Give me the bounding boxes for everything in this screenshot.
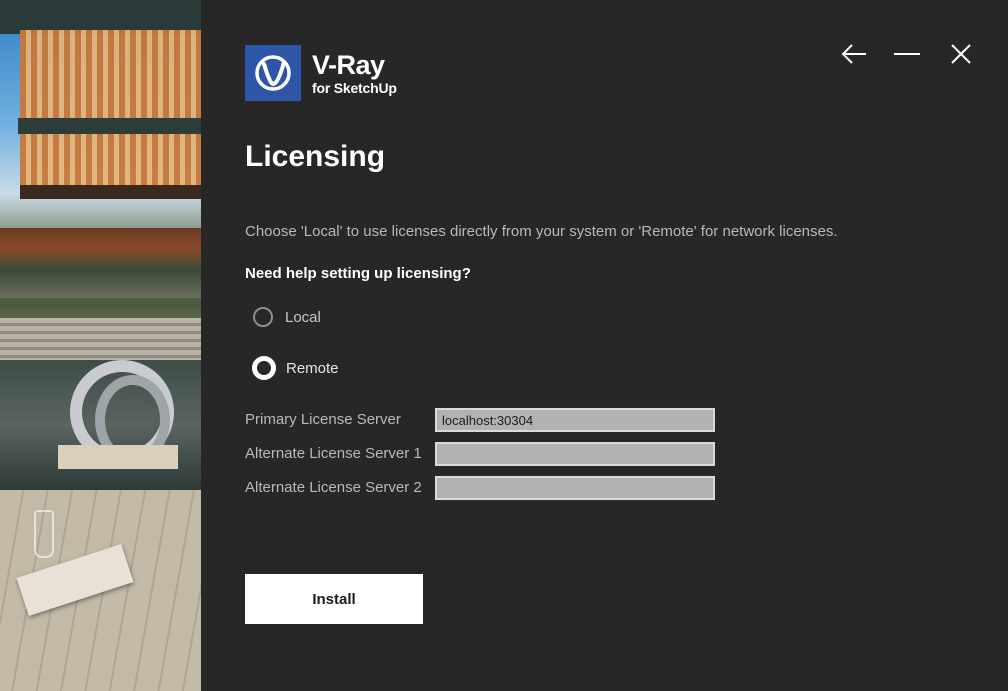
hero-image (0, 0, 201, 691)
radio-remote-label: Remote (286, 359, 339, 377)
logo-subtitle: for SketchUp (312, 79, 397, 96)
help-link[interactable]: Need help setting up licensing? (245, 265, 471, 282)
arrow-left-icon (841, 44, 866, 64)
stone-steps (0, 318, 201, 360)
minimize-button[interactable] (890, 38, 924, 70)
logo-title: V-Ray (312, 49, 385, 80)
alternate-server-2-label: Alternate License Server 2 (245, 479, 422, 496)
sculpture-plinth (58, 445, 178, 469)
radio-local[interactable]: Local (253, 307, 321, 327)
primary-server-input[interactable] (435, 408, 715, 432)
radio-local-circle[interactable] (253, 307, 273, 327)
radio-remote[interactable]: Remote (252, 356, 339, 380)
install-button[interactable]: Install (245, 574, 423, 624)
radio-remote-circle[interactable] (252, 356, 276, 380)
page-title: Licensing (245, 140, 386, 173)
pergola-beam (18, 118, 201, 134)
close-icon (951, 44, 971, 64)
alternate-server-1-label: Alternate License Server 1 (245, 445, 422, 462)
roof-shadow (0, 0, 201, 34)
wine-glass (34, 510, 54, 558)
close-button[interactable] (944, 38, 978, 70)
alternate-server-1-input[interactable] (435, 442, 715, 466)
pergola-edge (20, 185, 201, 199)
radio-local-label: Local (285, 308, 321, 326)
vray-logo: V-Ray for SketchUp (245, 45, 397, 101)
page-description: Choose 'Local' to use licenses directly … (245, 223, 838, 240)
pergola-slats (20, 30, 201, 195)
house-facade (0, 228, 201, 298)
back-button[interactable] (837, 38, 871, 70)
minimize-icon (894, 53, 920, 55)
alternate-server-2-input[interactable] (435, 476, 715, 500)
vray-logo-icon (245, 45, 301, 101)
primary-server-label: Primary License Server (245, 411, 401, 428)
